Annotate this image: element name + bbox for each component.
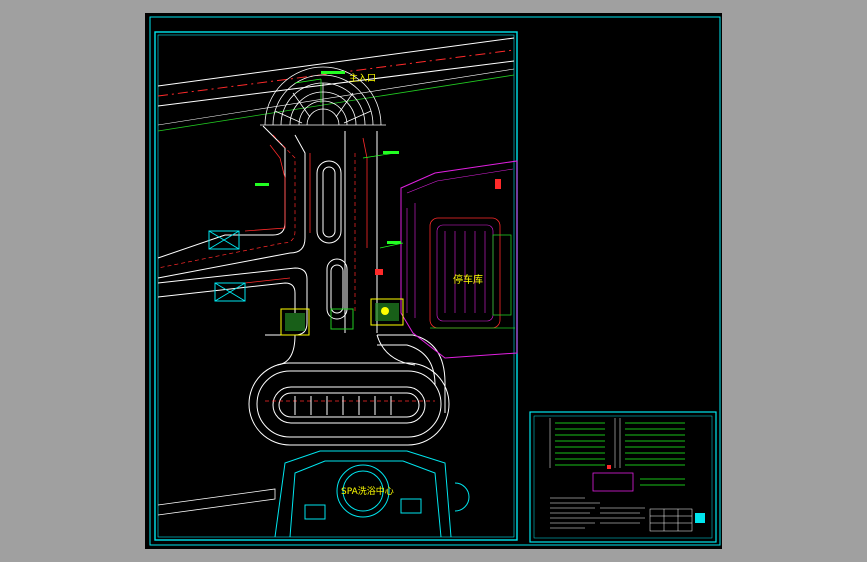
main-entrance-label: 主入口 [349,72,376,84]
cad-drawing-sheet: 停车库 SPA洗浴中心 主入口 [145,13,722,549]
spa-label: SPA洗浴中心 [341,485,394,497]
parking-label: 停车库 [453,273,483,286]
sheet-background [145,13,722,549]
